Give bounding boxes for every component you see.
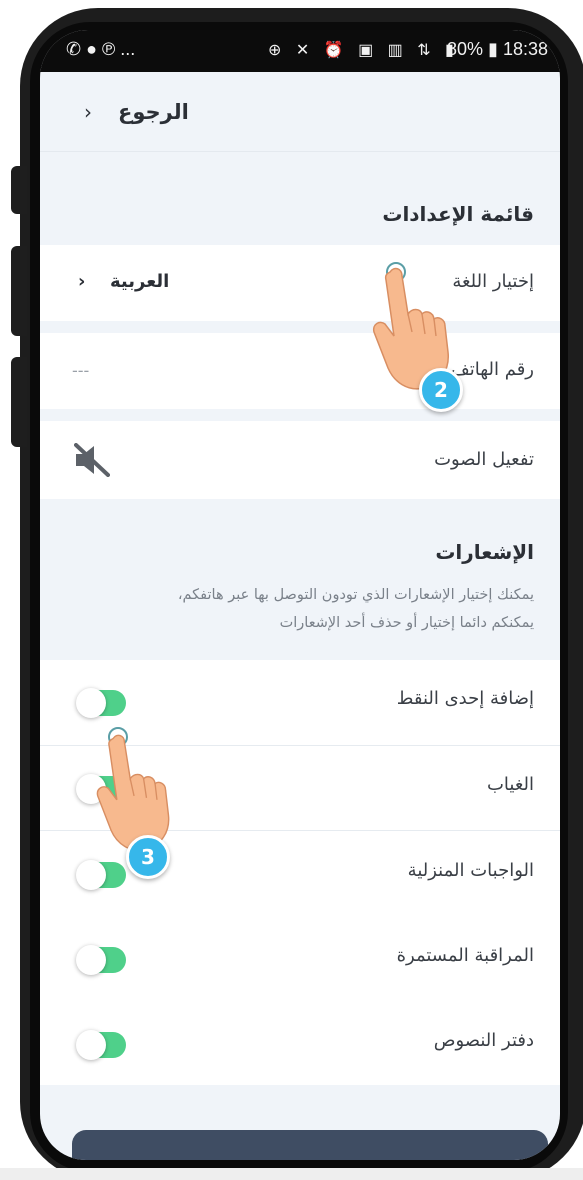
clock: 18:38 xyxy=(502,39,548,59)
step-badge: 2 xyxy=(419,368,463,412)
sound-row[interactable]: تفعيل الصوت xyxy=(40,421,560,499)
notification-label: الواجبات المنزلية xyxy=(407,860,534,881)
phone-button xyxy=(11,246,27,336)
muted-speaker-icon[interactable] xyxy=(74,443,110,481)
notification-label: المراقبة المستمرة xyxy=(396,945,534,966)
status-bar: ✆ ● ℗ ... ⊕ ✕ ⏰ ▣ ▥ ⇅ ▮ 80% ▮ 18:38 xyxy=(40,30,560,72)
page-footer-strip xyxy=(0,1168,583,1180)
notification-label: الغياب xyxy=(486,774,534,795)
sound-label: تفعيل الصوت xyxy=(434,449,534,470)
language-row[interactable]: إختيار اللغة العربية › xyxy=(40,245,560,321)
notification-label: دفتر النصوص xyxy=(433,1030,534,1051)
notifications-title: الإشعارات xyxy=(435,540,534,564)
toggle-knob xyxy=(76,688,106,718)
language-value: العربية xyxy=(110,271,170,292)
phone-button xyxy=(11,357,27,447)
header: › الرجوع xyxy=(40,72,560,152)
app-screen: ✆ ● ℗ ... ⊕ ✕ ⏰ ▣ ▥ ⇅ ▮ 80% ▮ 18:38 › ال… xyxy=(40,30,560,1160)
phone-button xyxy=(11,166,27,214)
bottom-action-button[interactable] xyxy=(72,1130,548,1160)
language-label: إختيار اللغة xyxy=(452,271,534,292)
phone-label: رقم الهاتف xyxy=(451,359,534,380)
status-left-icons: ✆ ● ℗ ... xyxy=(66,39,136,59)
notifications-description-line2: يمكنكم دائما إختيار أو حذف أحد الإشعارات xyxy=(279,615,534,631)
step-badge: 3 xyxy=(126,835,170,879)
status-system-icons: ⊕ ✕ ⏰ ▣ ▥ ⇅ ▮ xyxy=(268,42,459,59)
back-chevron-icon[interactable]: › xyxy=(84,100,92,124)
notification-toggle[interactable] xyxy=(76,860,126,890)
notifications-list: إضافة إحدى النقط الغياب الواجبات المنزلي… xyxy=(40,660,560,1085)
status-right: 80% ▮ 18:38 xyxy=(447,39,548,60)
language-chevron-icon: › xyxy=(78,271,86,292)
notification-toggle[interactable] xyxy=(76,688,126,718)
notifications-description-line1: يمكنك إختيار الإشعارات الذي تودون التوصل… xyxy=(177,587,534,603)
phone-row[interactable]: رقم الهاتف --- xyxy=(40,333,560,409)
notification-toggle[interactable] xyxy=(76,1030,126,1060)
toggle-knob xyxy=(76,860,106,890)
phone-value: --- xyxy=(72,361,90,380)
battery-icon: ▮ xyxy=(488,39,498,59)
toggle-knob xyxy=(76,1030,106,1060)
settings-section-title: قائمة الإعدادات xyxy=(382,202,534,226)
battery-percent: 80% xyxy=(446,39,484,59)
toggle-knob xyxy=(76,945,106,975)
notification-label: إضافة إحدى النقط xyxy=(396,688,534,709)
back-button[interactable]: الرجوع xyxy=(118,100,189,124)
notification-toggle[interactable] xyxy=(76,945,126,975)
